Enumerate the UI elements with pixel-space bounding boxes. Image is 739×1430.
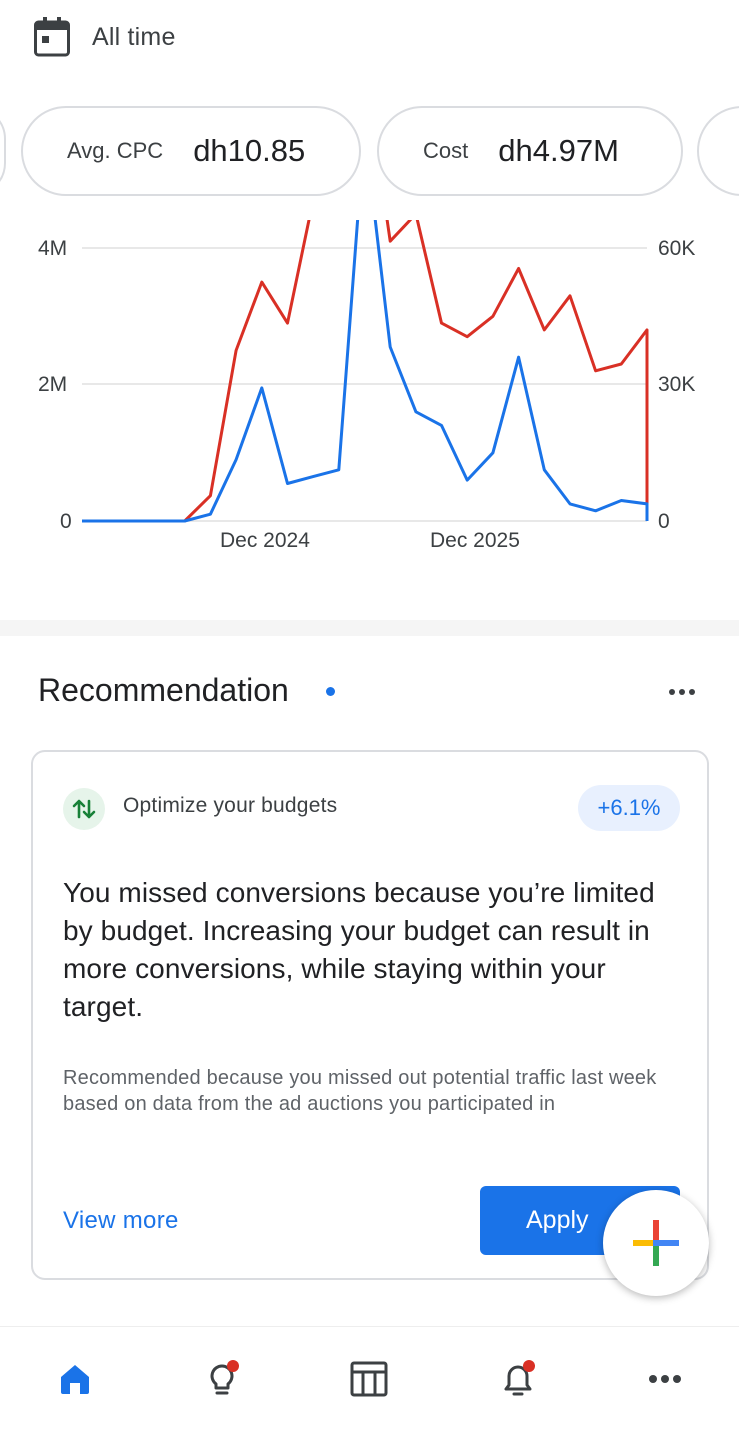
series-line-0 [82, 220, 649, 523]
metric-value: dh10.85 [193, 133, 306, 168]
metric-chip-previous[interactable] [0, 106, 6, 196]
metric-value: dh4.97M [498, 133, 619, 168]
recommendation-more-button[interactable] [664, 678, 700, 706]
notification-badge [227, 1360, 239, 1372]
table-icon [350, 1361, 388, 1397]
nav-campaigns[interactable] [345, 1355, 393, 1403]
metric-chip-avg-cpc[interactable]: Avg. CPC dh10.85 [21, 106, 361, 196]
impact-badge: +6.1% [578, 785, 680, 831]
recommendation-card: Optimize your budgets +6.1% You missed c… [31, 750, 709, 1280]
performance-chart: 4M 2M 0 60K 30K 0 Dec 2024 Dec 2025 [0, 220, 739, 570]
nav-more[interactable] [641, 1355, 689, 1403]
recommendation-headline: You missed conversions because you’re li… [63, 877, 655, 1022]
calendar-icon [34, 17, 70, 57]
home-icon [61, 1365, 89, 1394]
metric-chips: Avg. CPC dh10.85 Cost dh4.97M [0, 106, 739, 196]
recommendation-title: Recommendation [38, 672, 289, 708]
nav-home[interactable] [51, 1355, 99, 1403]
recommendation-type: Optimize your budgets [123, 794, 338, 817]
section-divider [0, 620, 739, 636]
series-line-1 [82, 220, 649, 523]
apply-button-label: Apply [526, 1206, 589, 1234]
view-more-link[interactable]: View more [63, 1207, 179, 1235]
lightbulb-icon [210, 1360, 239, 1395]
bottom-navigation [0, 1326, 739, 1430]
nav-insights[interactable] [199, 1355, 247, 1403]
plus-icon [633, 1220, 679, 1266]
metric-label: Cost [423, 138, 469, 163]
date-range-label: All time [92, 22, 176, 51]
new-indicator-dot [326, 687, 335, 696]
metric-chip-cost[interactable]: Cost dh4.97M [377, 106, 683, 196]
budget-arrows-icon [63, 788, 105, 830]
date-range-selector[interactable]: All time [34, 14, 176, 60]
bell-icon [504, 1360, 535, 1396]
nav-notifications[interactable] [494, 1355, 542, 1403]
more-icon [649, 1375, 681, 1383]
create-fab[interactable] [603, 1190, 709, 1296]
notification-badge [523, 1360, 535, 1372]
metric-chip-next[interactable] [697, 106, 739, 196]
recommendation-reason: Recommended because you missed out poten… [63, 1067, 657, 1115]
more-icon [669, 689, 675, 695]
more-icon [679, 689, 685, 695]
screen: All time Avg. CPC dh10.85 Cost dh4.97M 4… [0, 0, 739, 1430]
metric-label: Avg. CPC [67, 138, 164, 163]
more-icon [689, 689, 695, 695]
chart-plot [82, 220, 649, 523]
